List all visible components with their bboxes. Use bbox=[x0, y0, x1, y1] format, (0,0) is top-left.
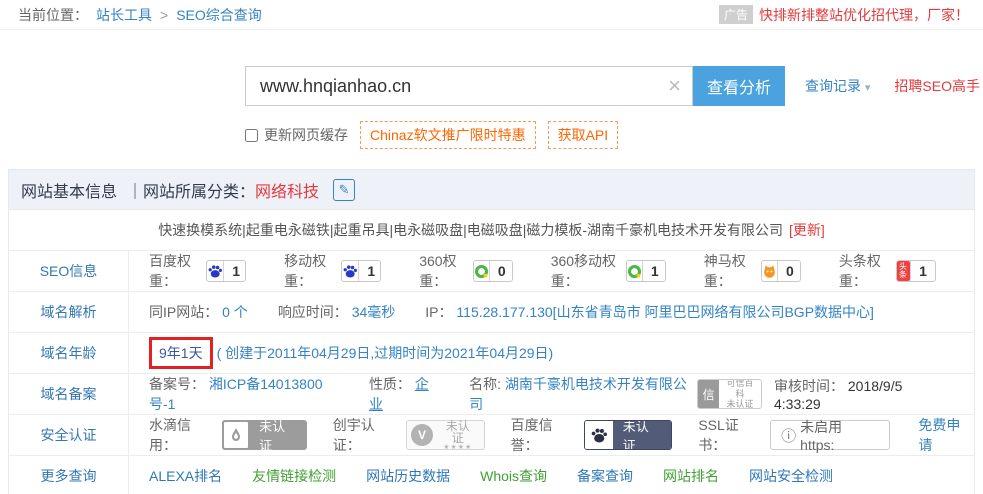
link-icp-query[interactable]: 备案查询 bbox=[577, 466, 633, 486]
link-whois-query[interactable]: Whois查询 bbox=[480, 466, 547, 486]
refresh-cache-checkbox[interactable] bbox=[245, 129, 258, 142]
360-weight[interactable]: 360权重： 0 bbox=[419, 251, 513, 291]
ip-value[interactable]: 115.28.177.130[山东省青岛市 阿里巴巴网络有限公司BGP数据中心] bbox=[456, 304, 874, 320]
chuangyu-v-icon: V bbox=[411, 424, 433, 446]
360-mobile-weight[interactable]: 360移动权重： 1 bbox=[551, 251, 666, 291]
link-friend-links-check[interactable]: 友情链接检测 bbox=[252, 466, 336, 486]
clear-icon[interactable]: × bbox=[668, 73, 681, 99]
info-icon: ⓘ bbox=[781, 425, 796, 446]
kexin-baike-badge[interactable]: 信 可信百科 未认证 bbox=[697, 379, 762, 409]
query-history-link[interactable]: 查询记录 ▾ bbox=[805, 66, 870, 108]
row-label-more: 更多查询 bbox=[9, 456, 129, 494]
breadcrumb-separator: > bbox=[160, 7, 168, 23]
breadcrumb-link-tools[interactable]: 站长工具 bbox=[96, 5, 152, 25]
ad-banner[interactable]: 广告 快排新排整站优化招代理，厂家！ bbox=[719, 5, 969, 25]
row-label-seo: SEO信息 bbox=[9, 251, 129, 291]
ssl-cert: SSL证书： ⓘ 未启用 https: bbox=[698, 415, 890, 455]
update-title-link[interactable]: [更新] bbox=[789, 220, 825, 240]
ad-text[interactable]: 快排新排整站优化招代理，厂家！ bbox=[759, 5, 969, 25]
get-api-button[interactable]: 获取API bbox=[548, 121, 619, 149]
baidu-paw-icon bbox=[585, 421, 613, 449]
domain-age-row: 域名年龄 9年1天 ( 创建于2011年04月29日,过期时间为2021年04月… bbox=[9, 332, 974, 373]
icp-number: 备案号： 湘ICP备14013800号-1 bbox=[149, 374, 339, 414]
water-drop-icon bbox=[222, 420, 250, 450]
hire-seo-link[interactable]: 招聘SEO高手 bbox=[894, 66, 980, 106]
site-title-row: 快速换模系统|起重电永磁铁|起重吊具|电永磁吸盘|电磁吸盘|磁力模板-湖南千豪机… bbox=[9, 210, 974, 250]
baidu-reputation[interactable]: 百度信誉： 未认证 bbox=[511, 415, 673, 455]
ad-badge: 广告 bbox=[719, 5, 753, 24]
dns-row: 域名解析 同IP网站： 0 个 响应时间： 34毫秒 IP： 115.28.17… bbox=[9, 291, 974, 332]
toutiao-icon: 头条 bbox=[897, 261, 911, 281]
shenma-owl-icon bbox=[762, 261, 778, 281]
chevron-down-icon: ▾ bbox=[865, 82, 871, 94]
response-time-value: 34毫秒 bbox=[352, 304, 396, 320]
row-label-icp: 域名备案 bbox=[9, 374, 129, 414]
analyze-button[interactable]: 查看分析 bbox=[693, 66, 785, 106]
icp-row: 域名备案 备案号： 湘ICP备14013800号-1 性质： 企业 名称: 湖南… bbox=[9, 373, 974, 414]
breadcrumb-prefix: 当前位置： bbox=[18, 5, 88, 25]
category-label: 网站所属分类： bbox=[143, 178, 255, 202]
kexin-icon: 信 bbox=[698, 379, 719, 409]
360-icon bbox=[627, 261, 643, 281]
icp-name-value[interactable]: 湖南千豪机电技术开发有限公司 bbox=[469, 376, 687, 412]
domain-age-highlight: 9年1天 bbox=[149, 337, 213, 369]
refresh-cache-option[interactable]: 更新网页缓存 bbox=[245, 125, 348, 145]
security-row: 安全认证 水滴信用： 未认证 创宇认证： V 未认证 ★★★★ bbox=[9, 414, 974, 455]
top-bar: 当前位置： 站长工具 > SEO综合查询 广告 快排新排整站优化招代理，厂家！ bbox=[0, 0, 983, 30]
baidu-paw-icon bbox=[207, 261, 224, 281]
link-site-history[interactable]: 网站历史数据 bbox=[366, 466, 450, 486]
360-icon bbox=[474, 261, 490, 281]
seo-info-row: SEO信息 百度权重： 1 移动权重： 1 360权重： 0 bbox=[9, 250, 974, 291]
breadcrumb: 当前位置： 站长工具 > SEO综合查询 bbox=[18, 5, 262, 25]
baidu-paw-icon bbox=[342, 261, 359, 281]
promo-button[interactable]: Chinaz软文推广限时特惠 bbox=[360, 121, 536, 149]
same-ip: 同IP网站： 0 个 bbox=[149, 302, 248, 322]
more-queries-row: 更多查询 ALEXA排名 友情链接检测 网站历史数据 Whois查询 备案查询 … bbox=[9, 455, 974, 494]
row-label-dns: 域名解析 bbox=[9, 292, 129, 332]
toutiao-weight[interactable]: 头条权重： 头条 1 bbox=[839, 251, 936, 291]
baidu-weight[interactable]: 百度权重： 1 bbox=[149, 251, 246, 291]
domain-age-detail: ( 创建于2011年04月29日,过期时间为2021年04月29日) bbox=[217, 343, 554, 363]
link-alexa-rank[interactable]: ALEXA排名 bbox=[149, 466, 222, 486]
section-title: 网站基本信息 bbox=[21, 178, 117, 202]
audit-time: 审核时间： 2018/9/5 4:33:29 bbox=[774, 376, 944, 412]
icp-nature: 性质： 企业 bbox=[369, 374, 439, 414]
link-site-security-check[interactable]: 网站安全检测 bbox=[749, 466, 833, 486]
link-site-rank[interactable]: 网站排名 bbox=[663, 466, 719, 486]
site-title: 快速换模系统|起重电永磁铁|起重吊具|电永磁吸盘|电磁吸盘|磁力模板-湖南千豪机… bbox=[158, 220, 783, 240]
same-ip-value[interactable]: 0 个 bbox=[222, 304, 248, 320]
chuangyu-cert[interactable]: 创宇认证： V 未认证 ★★★★ bbox=[333, 415, 485, 455]
breadcrumb-link-seo-query[interactable]: SEO综合查询 bbox=[176, 5, 262, 25]
category-value[interactable]: 网络科技 bbox=[255, 178, 319, 202]
row-label-age: 域名年龄 bbox=[9, 333, 129, 373]
row-label-security: 安全认证 bbox=[9, 415, 129, 455]
response-time: 响应时间： 34毫秒 bbox=[278, 302, 395, 322]
mobile-weight[interactable]: 移动权重： 1 bbox=[284, 251, 381, 291]
site-info-table: 快速换模系统|起重电永磁铁|起重吊具|电永磁吸盘|电磁吸盘|磁力模板-湖南千豪机… bbox=[8, 209, 975, 494]
free-apply-link[interactable]: 免费申请 bbox=[918, 415, 974, 455]
section-divider: ｜ bbox=[127, 178, 143, 202]
search-input[interactable] bbox=[245, 66, 693, 106]
icp-name: 名称: 湖南千豪机电技术开发有限公司 bbox=[469, 374, 689, 414]
section-header: 网站基本信息 ｜ 网站所属分类： 网络科技 ✎ bbox=[8, 169, 975, 209]
ip-info: IP： 115.28.177.130[山东省青岛市 阿里巴巴网络有限公司BGP数… bbox=[425, 302, 874, 322]
edit-icon[interactable]: ✎ bbox=[333, 179, 355, 201]
ssl-status-box: ⓘ 未启用 https: bbox=[770, 420, 890, 450]
search-section: × 查看分析 查询记录 ▾ 招聘SEO高手 更新网页缓存 Chinaz软文推广限… bbox=[0, 30, 983, 149]
shuidi-credit[interactable]: 水滴信用： 未认证 bbox=[149, 415, 307, 455]
shenma-weight[interactable]: 神马权重： 0 bbox=[704, 251, 801, 291]
search-input-wrap: × bbox=[245, 66, 693, 106]
